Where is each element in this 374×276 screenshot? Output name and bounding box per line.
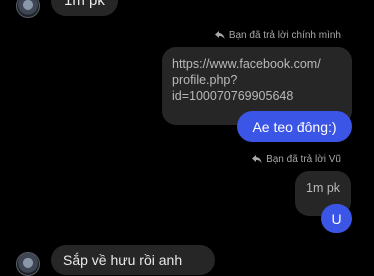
avatar[interactable]	[16, 0, 40, 18]
reply-note-text: Bạn đã trả lời chính mình	[228, 30, 341, 41]
reply-arrow-icon	[214, 31, 225, 39]
incoming-message-text: 1m pk	[64, 0, 105, 9]
outgoing-message-text: Ae teo đông:)	[252, 118, 337, 135]
incoming-message-bubble[interactable]: 1m pk	[51, 0, 118, 16]
outgoing-message-text: U	[331, 210, 342, 227]
incoming-message-text: Sắp về hưu rồi anh	[63, 252, 183, 268]
quoted-link-text[interactable]: https://www.facebook.com/ profile.php? i…	[172, 56, 321, 104]
incoming-message-bubble[interactable]: Sắp về hưu rồi anh	[51, 245, 215, 275]
reply-note-text: Bạn đã trả lời Vũ	[266, 154, 341, 165]
reply-arrow-icon	[252, 155, 262, 163]
avatar[interactable]	[16, 252, 40, 276]
outgoing-message-bubble[interactable]: Ae teo đông:)	[237, 111, 352, 142]
quoted-message-text: 1m pk	[306, 181, 341, 195]
reply-note: Bạn đã trả lời chính mình	[214, 30, 341, 41]
outgoing-message-bubble[interactable]: U	[321, 204, 352, 233]
reply-note: Bạn đã trả lời Vũ	[252, 154, 341, 165]
